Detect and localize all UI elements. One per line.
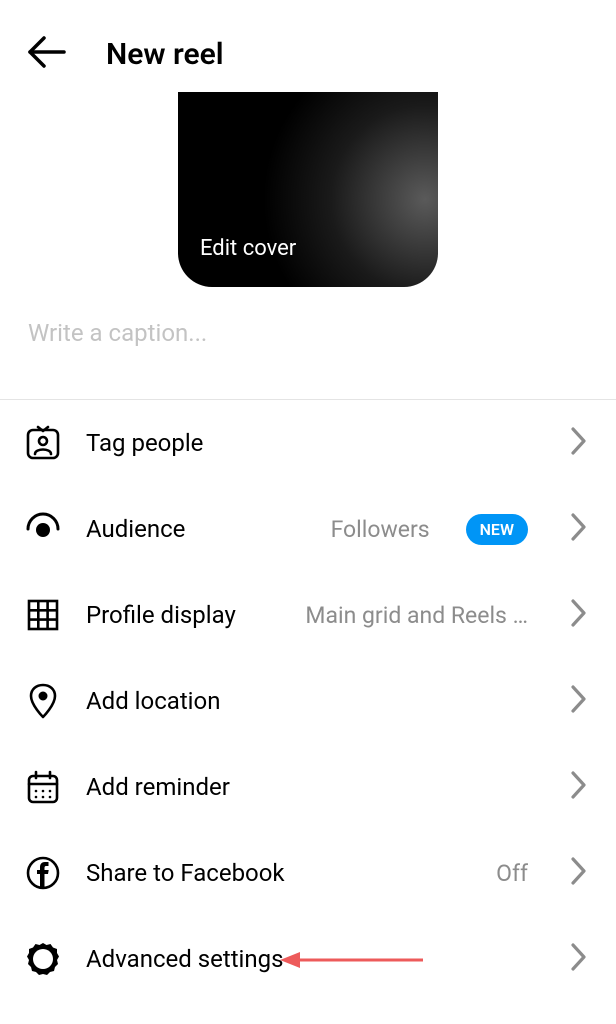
option-label: Tag people bbox=[86, 429, 203, 457]
option-value: Main grid and Reels … bbox=[305, 602, 528, 629]
chevron-right-icon bbox=[570, 770, 588, 804]
chevron-right-icon bbox=[570, 426, 588, 460]
tag-people-icon bbox=[24, 424, 62, 462]
option-value: Off bbox=[496, 860, 528, 887]
option-profile-display[interactable]: Profile display Main grid and Reels … bbox=[0, 572, 616, 658]
option-audience[interactable]: Audience Followers NEW bbox=[0, 486, 616, 572]
option-label: Advanced settings bbox=[86, 945, 284, 973]
calendar-icon bbox=[24, 768, 62, 806]
chevron-right-icon bbox=[570, 856, 588, 890]
back-icon[interactable] bbox=[24, 30, 68, 78]
option-add-reminder[interactable]: Add reminder bbox=[0, 744, 616, 830]
options-list: Tag people Audience Followers NEW bbox=[0, 400, 616, 1002]
new-badge: NEW bbox=[466, 514, 528, 545]
header: New reel bbox=[0, 0, 616, 98]
option-label: Audience bbox=[86, 515, 185, 543]
option-tag-people[interactable]: Tag people bbox=[0, 400, 616, 486]
option-share-facebook[interactable]: Share to Facebook Off bbox=[0, 830, 616, 916]
option-value: Followers bbox=[331, 516, 430, 543]
chevron-right-icon bbox=[570, 684, 588, 718]
cover-preview-wrap: Edit cover bbox=[0, 92, 616, 287]
option-add-location[interactable]: Add location bbox=[0, 658, 616, 744]
edit-cover-button[interactable]: Edit cover bbox=[200, 236, 296, 261]
caption-input[interactable] bbox=[28, 319, 588, 347]
location-icon bbox=[24, 682, 62, 720]
cover-preview[interactable]: Edit cover bbox=[178, 92, 438, 287]
audience-icon bbox=[24, 510, 62, 548]
caption-area bbox=[0, 287, 616, 399]
option-label: Profile display bbox=[86, 601, 236, 629]
option-label: Share to Facebook bbox=[86, 859, 285, 887]
option-label: Add reminder bbox=[86, 773, 230, 801]
chevron-right-icon bbox=[570, 942, 588, 976]
facebook-icon bbox=[24, 854, 62, 892]
option-label: Add location bbox=[86, 687, 220, 715]
option-advanced-settings[interactable]: Advanced settings bbox=[0, 916, 616, 1002]
chevron-right-icon bbox=[570, 598, 588, 632]
chevron-right-icon bbox=[570, 512, 588, 546]
grid-icon bbox=[24, 596, 62, 634]
gear-icon bbox=[24, 940, 62, 978]
page-title: New reel bbox=[106, 37, 224, 72]
